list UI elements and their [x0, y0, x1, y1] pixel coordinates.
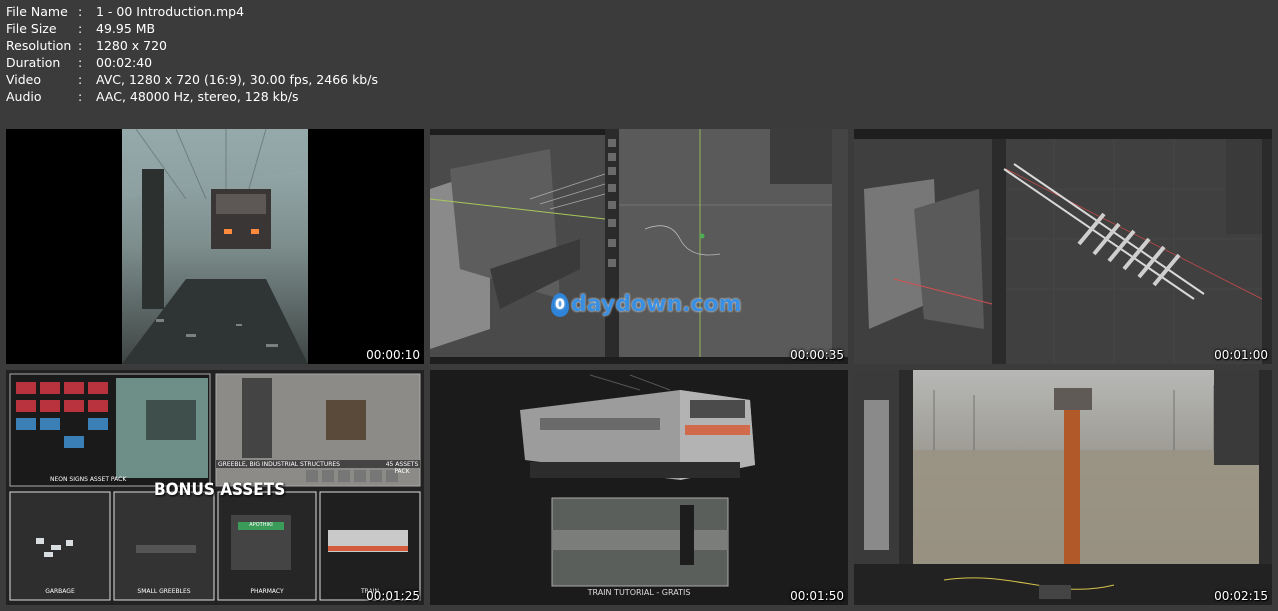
- pharmacy-label: PHARMACY: [250, 588, 284, 595]
- meta-value: 00:02:40: [96, 55, 153, 70]
- meta-key: Resolution: [6, 38, 72, 53]
- meta-colon: :: [78, 89, 83, 104]
- meta-value: 1 - 00 Introduction.mp4: [96, 4, 245, 19]
- timestamp-label: 00:00:10: [366, 348, 420, 362]
- meta-row-file-size: File Size : 49.95 MB: [6, 20, 378, 37]
- thumbnail-4[interactable]: BONUS ASSETS NEON SIGNS ASSET PACK GREEB…: [6, 370, 424, 605]
- timestamp-label: 00:01:00: [1214, 348, 1268, 362]
- meta-row-file-name: File Name : 1 - 00 Introduction.mp4: [6, 3, 378, 20]
- tutorial-caption: TRAIN TUTORIAL - GRATIS: [587, 588, 691, 597]
- meta-value: 1280 x 720: [96, 38, 168, 53]
- timestamp-label: 00:02:15: [1214, 589, 1268, 603]
- meta-colon: :: [78, 38, 83, 53]
- timestamp-label: 00:01:50: [790, 589, 844, 603]
- watermark-text: daydown.com: [571, 292, 742, 317]
- bonus-assets-title: BONUS ASSETS: [154, 480, 286, 500]
- meta-row-video: Video : AVC, 1280 x 720 (16:9), 30.00 fp…: [6, 71, 378, 88]
- file-metadata: File Name : 1 - 00 Introduction.mp4 File…: [6, 3, 378, 105]
- meta-value: AAC, 48000 Hz, stereo, 128 kb/s: [96, 89, 299, 104]
- meta-value: AVC, 1280 x 720 (16:9), 30.00 fps, 2466 …: [96, 72, 378, 87]
- meta-key: File Name: [6, 4, 68, 19]
- meta-key: Video: [6, 72, 42, 87]
- thumbnail-3-image: [854, 129, 1272, 364]
- neon-pack-label: NEON SIGNS ASSET PACK: [50, 476, 127, 483]
- meta-value: 49.95 MB: [96, 21, 156, 36]
- meta-colon: :: [78, 55, 83, 70]
- meta-row-duration: Duration : 00:02:40: [6, 54, 378, 71]
- timestamp-label: 00:00:35: [790, 348, 844, 362]
- thumbnail-2-image: [430, 129, 848, 364]
- thumbnail-5[interactable]: TRAIN TUTORIAL - GRATIS 00:01:50: [430, 370, 848, 605]
- thumbnail-6-image: [854, 370, 1272, 605]
- watermark-drop-icon: 0: [551, 292, 569, 317]
- thumbnail-1-image: [6, 129, 424, 364]
- small-greebles-label: SMALL GREEBLES: [137, 588, 191, 595]
- meta-row-audio: Audio : AAC, 48000 Hz, stereo, 128 kb/s: [6, 88, 378, 105]
- timestamp-label: 00:01:25: [366, 589, 420, 603]
- meta-colon: :: [78, 4, 83, 19]
- meta-key: Audio: [6, 89, 42, 104]
- thumbnail-3[interactable]: 00:01:00: [854, 129, 1272, 364]
- thumbnail-6[interactable]: 00:02:15: [854, 370, 1272, 605]
- thumbnail-5-image: [430, 370, 848, 605]
- garbage-label: GARBAGE: [45, 588, 75, 595]
- assets-pack-label: 45 ASSETS PACK: [385, 461, 419, 475]
- meta-row-resolution: Resolution : 1280 x 720: [6, 37, 378, 54]
- meta-colon: :: [78, 21, 83, 36]
- thumbnail-1[interactable]: 00:00:10: [6, 129, 424, 364]
- meta-key: Duration: [6, 55, 61, 70]
- meta-colon: :: [78, 72, 83, 87]
- thumbnail-2[interactable]: 0 daydown.com 00:00:35: [430, 129, 848, 364]
- greeble-label: GREEBLE, BIG INDUSTRIAL STRUCTURES: [218, 461, 340, 468]
- watermark-logo: 0 daydown.com: [551, 292, 742, 317]
- apothiki-sign: APOTHIKI: [249, 522, 273, 528]
- meta-key: File Size: [6, 21, 57, 36]
